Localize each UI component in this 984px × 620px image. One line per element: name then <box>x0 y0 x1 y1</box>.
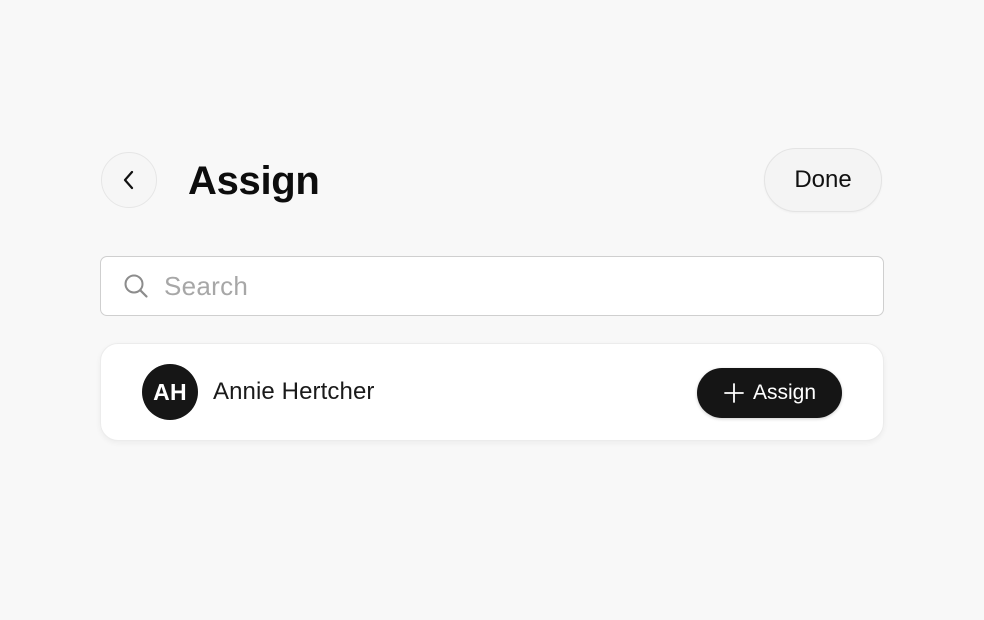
back-button[interactable] <box>101 152 157 208</box>
assign-panel: Assign Done AH Annie Hertcher Assign <box>100 148 884 441</box>
search-input[interactable] <box>162 269 846 303</box>
person-name: Annie Hertcher <box>213 378 375 405</box>
list-item: AH Annie Hertcher Assign <box>101 344 883 440</box>
assign-button-label: Assign <box>752 381 817 404</box>
page-title: Assign <box>188 159 320 203</box>
people-list: AH Annie Hertcher Assign <box>100 343 884 441</box>
done-button[interactable]: Done <box>764 148 882 212</box>
plus-icon <box>723 382 745 404</box>
assign-button[interactable]: Assign <box>697 368 842 418</box>
search-field[interactable] <box>100 256 884 316</box>
chevron-left-icon <box>121 168 137 192</box>
avatar: AH <box>142 364 198 420</box>
search-icon <box>122 272 150 300</box>
header: Assign Done <box>100 148 884 214</box>
